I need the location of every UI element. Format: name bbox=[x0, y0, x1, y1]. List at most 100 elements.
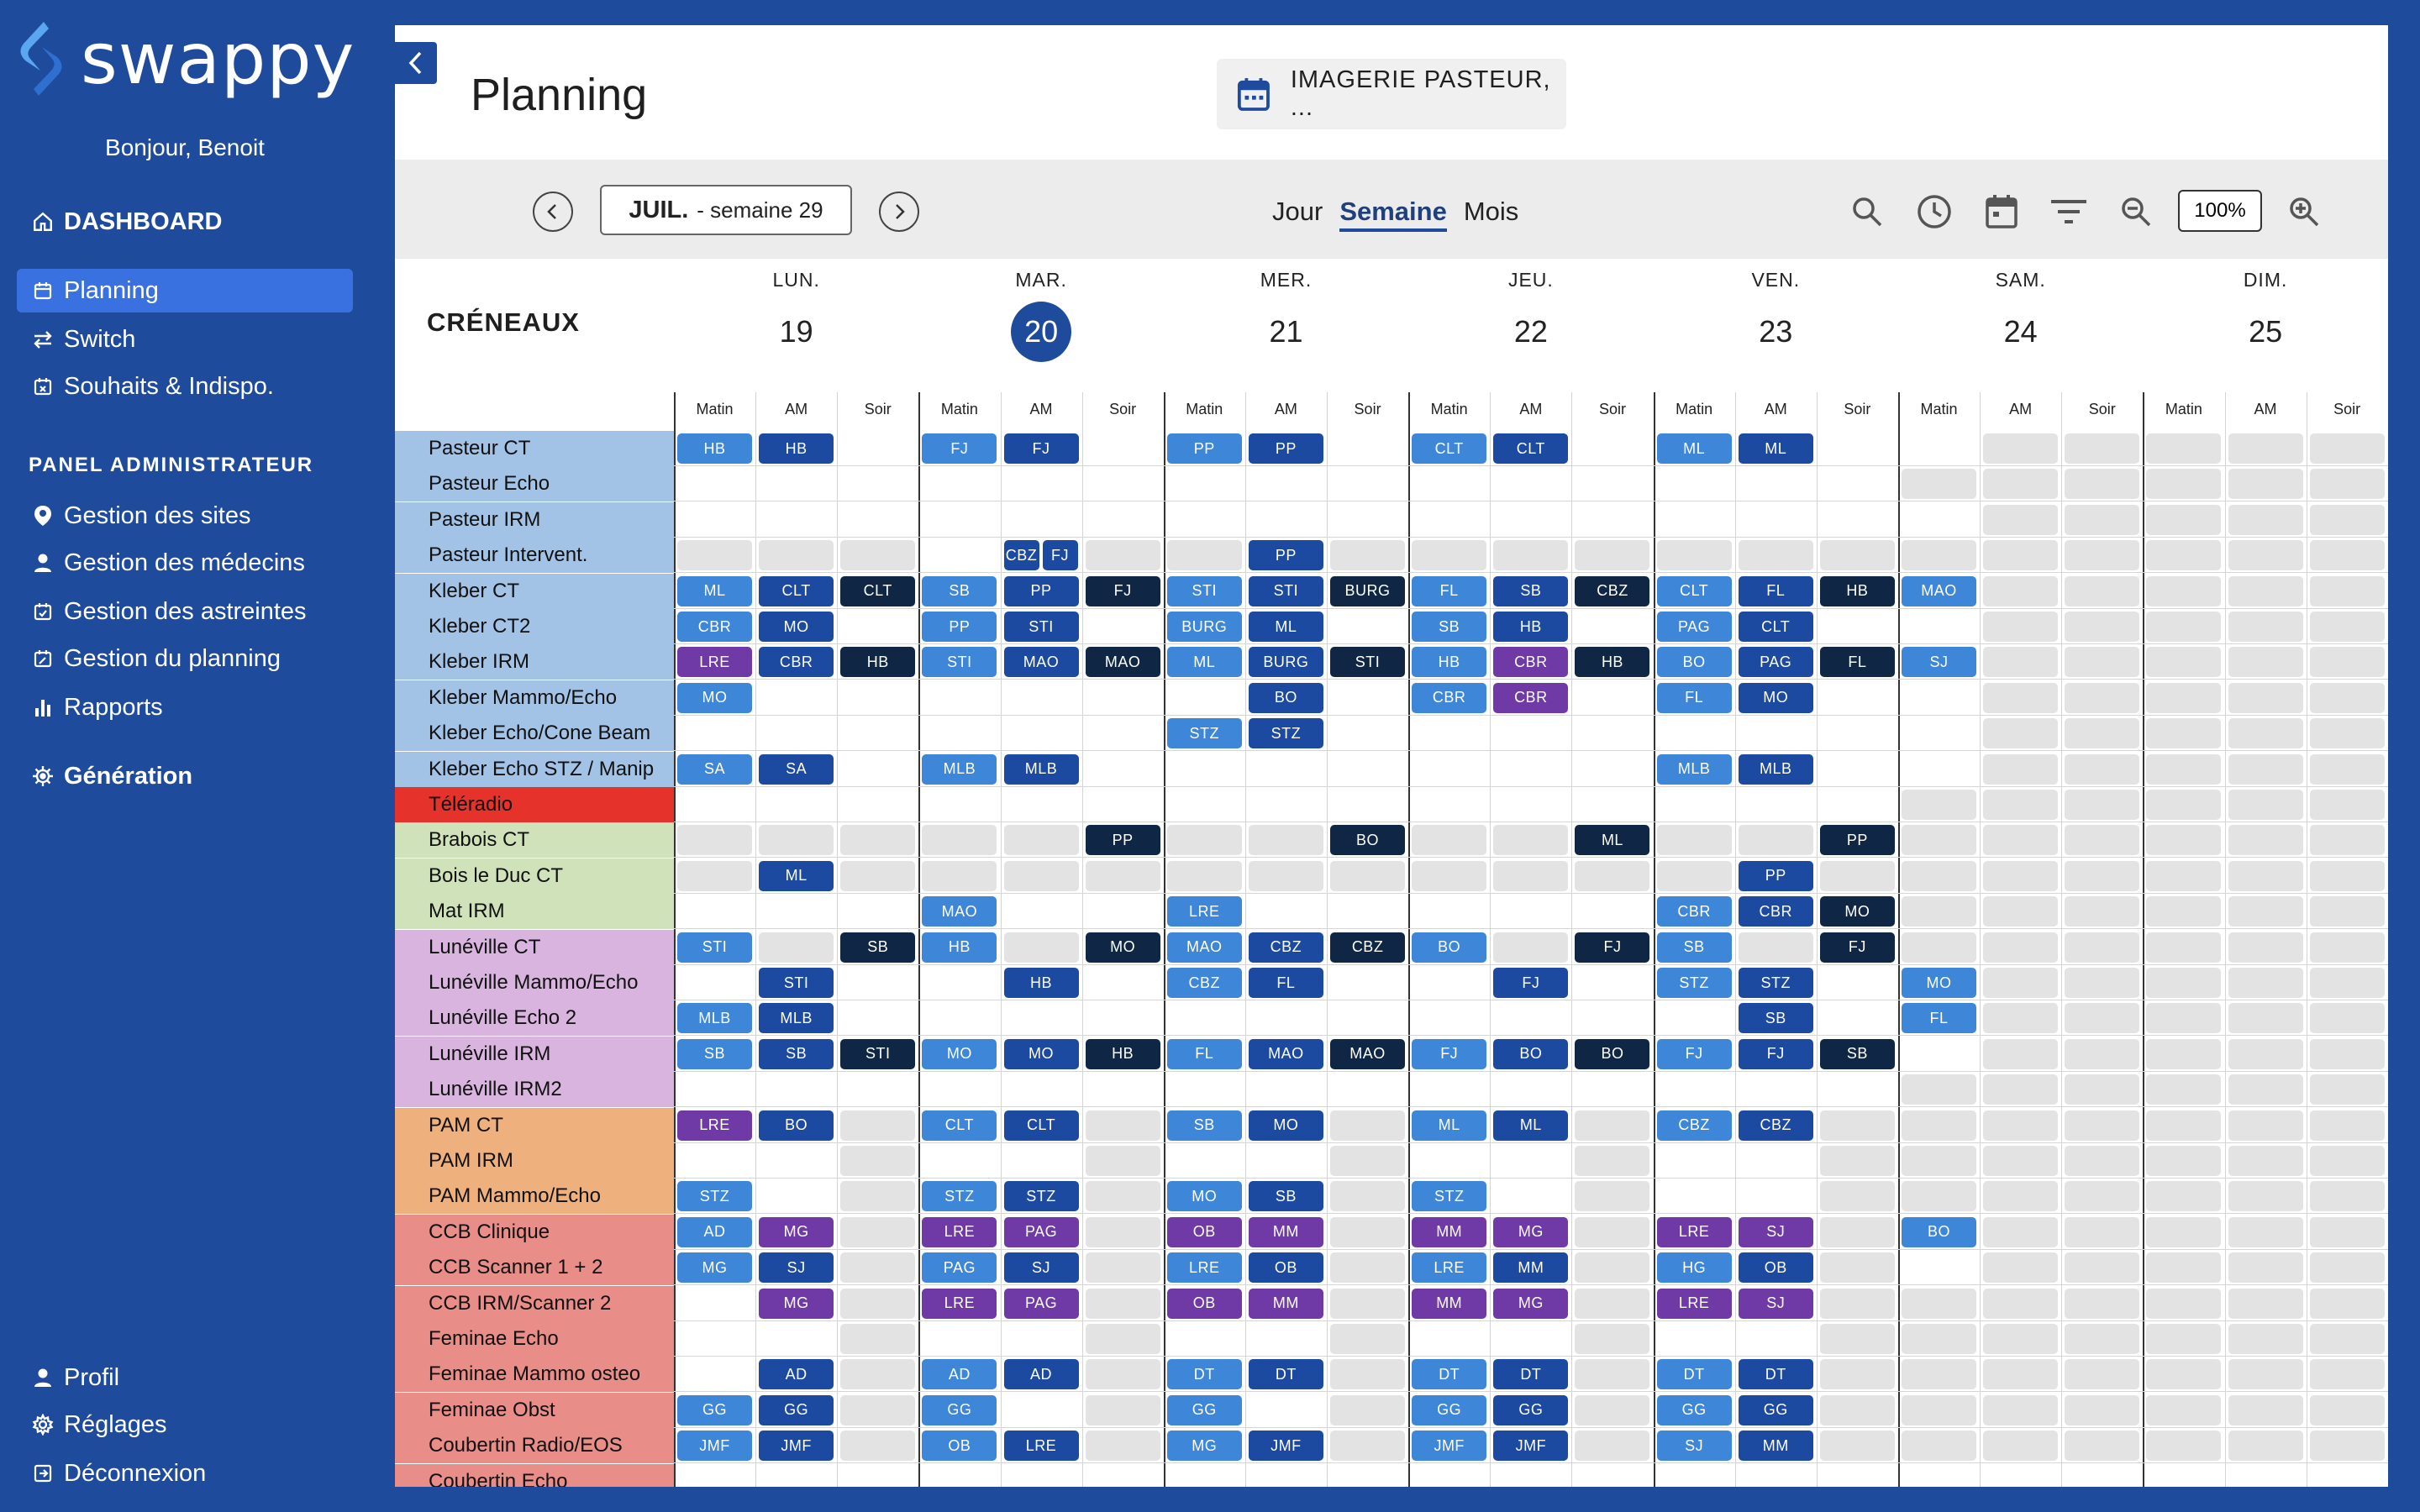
empty-slot[interactable] bbox=[1004, 469, 1079, 499]
empty-slot[interactable] bbox=[759, 1074, 834, 1105]
empty-slot[interactable] bbox=[1820, 612, 1895, 642]
empty-slot[interactable] bbox=[677, 469, 752, 499]
doctor-chip[interactable]: MO bbox=[1166, 1181, 1242, 1212]
empty-slot[interactable] bbox=[1902, 683, 1976, 713]
doctor-chip[interactable]: FJ bbox=[1738, 1038, 1813, 1069]
doctor-chip[interactable]: DT bbox=[1412, 1359, 1487, 1390]
empty-slot[interactable] bbox=[1086, 1074, 1160, 1105]
empty-slot[interactable] bbox=[1167, 754, 1242, 785]
doctor-chip[interactable]: LRE bbox=[922, 1288, 997, 1319]
empty-slot[interactable] bbox=[677, 1359, 752, 1389]
empty-slot[interactable] bbox=[1004, 1074, 1079, 1105]
collapse-sidebar-button[interactable] bbox=[395, 42, 437, 84]
empty-slot[interactable] bbox=[1086, 612, 1160, 642]
empty-slot[interactable] bbox=[1493, 718, 1568, 748]
empty-slot[interactable] bbox=[1412, 968, 1486, 998]
empty-slot[interactable] bbox=[1086, 505, 1160, 535]
doctor-chip[interactable]: CBR bbox=[759, 647, 834, 678]
empty-slot[interactable] bbox=[1575, 1003, 1649, 1033]
site-selector[interactable]: IMAGERIE PASTEUR, ... bbox=[1217, 59, 1566, 129]
empty-slot[interactable] bbox=[1575, 469, 1649, 499]
empty-slot[interactable] bbox=[840, 469, 915, 499]
doctor-chip[interactable]: MM bbox=[1248, 1216, 1323, 1247]
doctor-chip[interactable]: LRE bbox=[1656, 1288, 1732, 1319]
doctor-chip[interactable]: CBZ bbox=[1738, 1110, 1813, 1141]
doctor-chip[interactable]: MO bbox=[1819, 896, 1895, 927]
nav-switch[interactable]: Switch bbox=[17, 318, 353, 361]
doctor-chip[interactable]: STI bbox=[759, 968, 834, 998]
doctor-chip[interactable]: CBR bbox=[1656, 896, 1732, 927]
doctor-chip[interactable]: MO bbox=[1085, 932, 1160, 963]
empty-slot[interactable] bbox=[1493, 1146, 1568, 1176]
doctor-chip[interactable]: HB bbox=[1003, 968, 1079, 998]
empty-slot[interactable] bbox=[1657, 469, 1732, 499]
empty-slot[interactable] bbox=[1983, 1467, 2058, 1487]
empty-slot[interactable] bbox=[1902, 1039, 1976, 1069]
week-selector[interactable]: JUIL. - semaine 29 bbox=[600, 185, 852, 235]
doctor-chip[interactable]: MAO bbox=[1085, 647, 1160, 678]
next-week-button[interactable] bbox=[879, 192, 919, 232]
empty-slot[interactable] bbox=[1657, 1074, 1732, 1105]
empty-slot[interactable] bbox=[1249, 1003, 1323, 1033]
day-header[interactable]: DIM. 25 bbox=[2215, 269, 2316, 362]
empty-slot[interactable] bbox=[1493, 1003, 1568, 1033]
empty-slot[interactable] bbox=[840, 968, 915, 998]
empty-slot[interactable] bbox=[1330, 683, 1405, 713]
empty-slot[interactable] bbox=[1249, 896, 1323, 927]
calendar-icon[interactable] bbox=[1983, 193, 2020, 230]
doctor-chip[interactable]: HB bbox=[677, 433, 752, 464]
doctor-chip[interactable]: FL bbox=[1902, 1003, 1976, 1034]
doctor-chip[interactable]: STI bbox=[922, 647, 997, 678]
empty-slot[interactable] bbox=[1820, 754, 1895, 785]
doctor-chip[interactable]: HB bbox=[759, 433, 834, 464]
doctor-chip[interactable]: ML bbox=[677, 575, 752, 606]
empty-slot[interactable] bbox=[1493, 1181, 1568, 1211]
empty-slot[interactable] bbox=[1820, 1467, 1895, 1487]
empty-slot[interactable] bbox=[840, 754, 915, 785]
doctor-chip[interactable]: BO bbox=[1902, 1216, 1976, 1247]
view-mois[interactable]: Mois bbox=[1464, 197, 1518, 232]
doctor-chip[interactable]: STZ bbox=[1248, 718, 1323, 749]
empty-slot[interactable] bbox=[1902, 718, 1976, 748]
doctor-chip[interactable]: DT bbox=[1493, 1359, 1569, 1390]
doctor-chip[interactable]: LRE bbox=[922, 1216, 997, 1247]
doctor-chip[interactable]: PAG bbox=[1003, 1288, 1079, 1319]
doctor-chip[interactable]: BO bbox=[1248, 682, 1323, 713]
empty-slot[interactable] bbox=[2065, 1467, 2139, 1487]
empty-slot[interactable] bbox=[1249, 1324, 1323, 1354]
row-label[interactable]: PAM CT bbox=[395, 1107, 674, 1143]
empty-slot[interactable] bbox=[1902, 612, 1976, 642]
doctor-chip[interactable]: HB bbox=[840, 647, 916, 678]
doctor-chip[interactable]: LRE bbox=[677, 647, 752, 678]
doctor-chip[interactable]: CLT bbox=[759, 575, 834, 606]
empty-slot[interactable] bbox=[1167, 1324, 1242, 1354]
doctor-chip[interactable]: CLT bbox=[840, 575, 916, 606]
doctor-chip[interactable]: MM bbox=[1738, 1431, 1813, 1462]
doctor-chip[interactable]: CBZ bbox=[1248, 932, 1323, 963]
doctor-chip[interactable]: STI bbox=[840, 1038, 916, 1069]
empty-slot[interactable] bbox=[1086, 1467, 1160, 1487]
nav-gestion-medecins[interactable]: Gestion des médecins bbox=[17, 541, 353, 585]
doctor-chip[interactable]: STI bbox=[1166, 575, 1242, 606]
empty-slot[interactable] bbox=[1249, 790, 1323, 820]
doctor-chip[interactable]: ML bbox=[1738, 433, 1813, 464]
doctor-chip[interactable]: BURG bbox=[1166, 612, 1242, 642]
nav-generation[interactable]: Génération bbox=[17, 754, 353, 798]
doctor-chip[interactable]: SA bbox=[677, 753, 752, 785]
empty-slot[interactable] bbox=[1086, 1003, 1160, 1033]
empty-slot[interactable] bbox=[1575, 968, 1649, 998]
doctor-chip[interactable]: CLT bbox=[1738, 612, 1813, 642]
doctor-chip[interactable]: GG bbox=[1738, 1394, 1813, 1425]
empty-slot[interactable] bbox=[759, 1146, 834, 1176]
clock-icon[interactable] bbox=[1916, 193, 1953, 230]
empty-slot[interactable] bbox=[759, 1324, 834, 1354]
doctor-chip[interactable]: LRE bbox=[1003, 1431, 1079, 1462]
nav-deconnexion[interactable]: Déconnexion bbox=[17, 1452, 353, 1495]
empty-slot[interactable] bbox=[1330, 433, 1405, 464]
nav-reglages[interactable]: Réglages bbox=[17, 1403, 353, 1446]
doctor-chip[interactable]: ML bbox=[1166, 647, 1242, 678]
nav-gestion-astreintes[interactable]: Gestion des astreintes bbox=[17, 590, 353, 633]
day-header[interactable]: VEN. 23 bbox=[1725, 269, 1826, 362]
day-header[interactable]: MER. 21 bbox=[1236, 269, 1337, 362]
nav-gestion-sites[interactable]: Gestion des sites bbox=[17, 494, 353, 538]
